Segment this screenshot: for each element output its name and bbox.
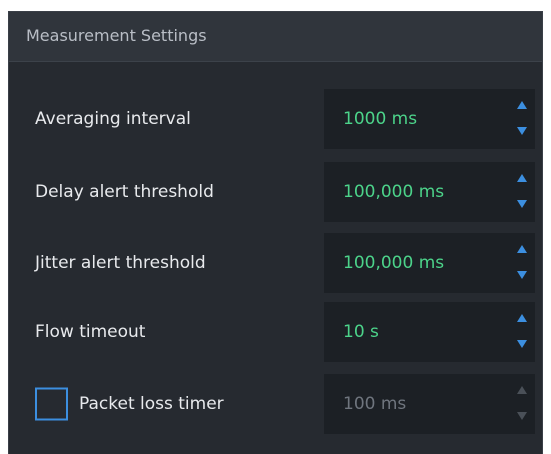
delay-alert-threshold-label: Delay alert threshold (35, 182, 214, 202)
averaging-interval-row: Averaging interval 1000 ms (9, 89, 542, 149)
triangle-up-icon (517, 245, 527, 253)
packet-loss-timer-decrement-button (509, 404, 535, 434)
triangle-down-icon (517, 200, 527, 208)
packet-loss-timer-spin-buttons (509, 374, 535, 434)
measurement-settings-panel: Measurement Settings Averaging interval … (8, 11, 543, 454)
flow-timeout-label: Flow timeout (35, 322, 146, 342)
flow-timeout-value[interactable]: 10 s (343, 322, 379, 342)
flow-timeout-spin-buttons (509, 302, 535, 362)
triangle-down-icon (517, 271, 527, 279)
delay-alert-threshold-increment-button[interactable] (509, 162, 535, 192)
triangle-down-icon (517, 127, 527, 135)
jitter-alert-threshold-decrement-button[interactable] (509, 263, 535, 293)
packet-loss-timer-checkbox[interactable] (35, 387, 68, 421)
packet-loss-timer-label[interactable]: Packet loss timer (79, 394, 224, 414)
averaging-interval-value[interactable]: 1000 ms (343, 109, 417, 129)
delay-alert-threshold-row: Delay alert threshold 100,000 ms (9, 162, 542, 222)
flow-timeout-spinbox[interactable]: 10 s (324, 302, 535, 362)
triangle-down-icon (517, 340, 527, 348)
panel-title: Measurement Settings (26, 26, 207, 45)
packet-loss-timer-value: 100 ms (343, 394, 407, 414)
jitter-alert-threshold-row: Jitter alert threshold 100,000 ms (9, 233, 542, 293)
packet-loss-timer-increment-button (509, 374, 535, 404)
jitter-alert-threshold-spinbox[interactable]: 100,000 ms (324, 233, 535, 293)
jitter-alert-threshold-label: Jitter alert threshold (35, 253, 206, 273)
packet-loss-timer-spinbox: 100 ms (324, 374, 535, 434)
averaging-interval-spinbox[interactable]: 1000 ms (324, 89, 535, 149)
delay-alert-threshold-value[interactable]: 100,000 ms (343, 182, 444, 202)
triangle-up-icon (517, 101, 527, 109)
delay-alert-threshold-spin-buttons (509, 162, 535, 222)
panel-header: Measurement Settings (9, 12, 542, 62)
averaging-interval-spin-buttons (509, 89, 535, 149)
averaging-interval-increment-button[interactable] (509, 89, 535, 119)
delay-alert-threshold-spinbox[interactable]: 100,000 ms (324, 162, 535, 222)
averaging-interval-label: Averaging interval (35, 109, 191, 129)
triangle-up-icon (517, 314, 527, 322)
triangle-down-icon (517, 412, 527, 420)
jitter-alert-threshold-spin-buttons (509, 233, 535, 293)
flow-timeout-decrement-button[interactable] (509, 332, 535, 362)
averaging-interval-decrement-button[interactable] (509, 119, 535, 149)
flow-timeout-increment-button[interactable] (509, 302, 535, 332)
delay-alert-threshold-decrement-button[interactable] (509, 192, 535, 222)
triangle-up-icon (517, 386, 527, 394)
flow-timeout-row: Flow timeout 10 s (9, 302, 542, 362)
triangle-up-icon (517, 174, 527, 182)
packet-loss-timer-row: Packet loss timer 100 ms (9, 374, 542, 434)
jitter-alert-threshold-increment-button[interactable] (509, 233, 535, 263)
jitter-alert-threshold-value[interactable]: 100,000 ms (343, 253, 444, 273)
